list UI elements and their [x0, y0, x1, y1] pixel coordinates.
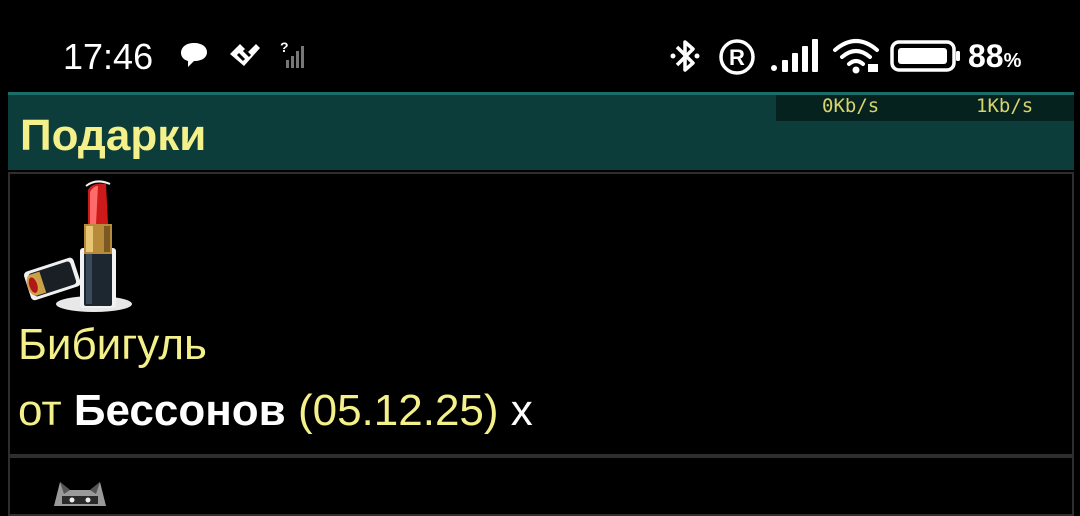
svg-text:R: R	[729, 45, 745, 70]
page-header: Подарки 0Kb/s 1Kb/s	[8, 92, 1074, 170]
gift-card	[8, 456, 1074, 516]
gift-from-label: от	[18, 386, 74, 435]
gift-details: от Бессонов (05.12.25) x	[18, 386, 533, 436]
wifi-icon	[833, 39, 879, 74]
upload-speed: 1Kb/s	[976, 95, 1034, 117]
no-signal-sim-icon: ?	[280, 40, 304, 68]
gift-date: (05.12.25)	[285, 386, 511, 435]
gift-name: Бибигуль	[18, 320, 207, 369]
battery-percent-unit: %	[1003, 50, 1022, 72]
battery-percent: 88%	[968, 38, 1021, 75]
lipstick-icon	[23, 180, 132, 312]
gift-delete-button[interactable]: x	[511, 386, 533, 435]
app-notification-icon	[230, 44, 260, 66]
chat-bubble-icon	[181, 43, 207, 67]
network-speed-meter: 0Kb/s 1Kb/s	[776, 95, 1074, 121]
gift-sender-link[interactable]: Бессонов	[74, 386, 286, 435]
battery-percent-value: 88	[968, 38, 1004, 74]
status-time: 17:46	[63, 36, 154, 77]
svg-text:?: ?	[280, 40, 289, 55]
registered-icon: R	[719, 39, 755, 75]
raccoon-icon	[54, 482, 106, 506]
page-title: Подарки	[20, 111, 207, 160]
signal-icon	[771, 39, 818, 72]
battery-icon	[890, 40, 960, 72]
gift-card: Бибигуль от Бессонов (05.12.25) x	[8, 172, 1074, 456]
status-bar: 17:46 ? R 88%	[0, 0, 1080, 92]
download-speed: 0Kb/s	[822, 95, 880, 117]
bluetooth-icon	[670, 40, 700, 72]
